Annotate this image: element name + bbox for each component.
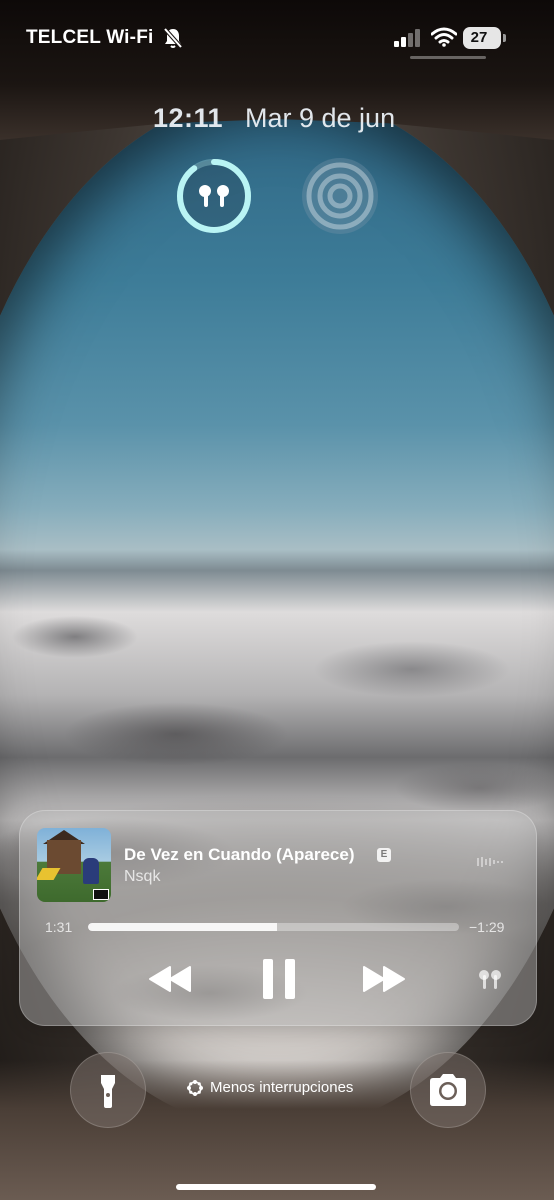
progress-scrubber[interactable] bbox=[88, 923, 459, 931]
battery-indicator: 27 bbox=[463, 27, 507, 49]
now-playing-widget[interactable]: De Vez en Cuando (Aparece) E Nsqk 1:31 −… bbox=[19, 810, 537, 1026]
explicit-badge: E bbox=[377, 848, 391, 862]
album-artwork[interactable] bbox=[37, 828, 111, 902]
flashlight-button[interactable] bbox=[70, 1052, 146, 1128]
lock-date: Mar 9 de jun bbox=[245, 103, 396, 133]
carrier-label: TELCEL Wi-Fi bbox=[26, 27, 154, 48]
focus-mode-text: Menos interrupciones bbox=[210, 1079, 354, 1096]
fast-forward-icon[interactable] bbox=[360, 963, 408, 995]
artist-name: Nsqk bbox=[124, 868, 161, 885]
song-title: De Vez en Cuando (Aparece) bbox=[124, 845, 355, 864]
airpods-output-icon[interactable] bbox=[474, 966, 506, 994]
airpods-battery-widget[interactable] bbox=[174, 156, 254, 236]
rewind-icon[interactable] bbox=[146, 963, 194, 995]
bell-slash-icon bbox=[163, 27, 183, 49]
battery-level: 27 bbox=[470, 29, 488, 46]
dynamic-indicator bbox=[410, 56, 486, 59]
wifi-icon bbox=[431, 27, 457, 47]
lock-time: 12:11 bbox=[153, 103, 224, 133]
flashlight-icon bbox=[101, 1075, 115, 1108]
focus-flower-icon bbox=[187, 1080, 203, 1096]
audio-waveform-icon bbox=[477, 857, 503, 867]
pause-icon[interactable] bbox=[259, 955, 299, 1003]
status-bar: TELCEL Wi-Fi 27 bbox=[0, 0, 554, 80]
cellular-signal-icon bbox=[394, 29, 420, 47]
camera-icon bbox=[430, 1074, 466, 1106]
remaining-time: −1:29 bbox=[469, 919, 505, 935]
camera-button[interactable] bbox=[410, 1052, 486, 1128]
progress-fill bbox=[88, 923, 278, 931]
elapsed-time: 1:31 bbox=[45, 919, 73, 935]
home-indicator[interactable] bbox=[176, 1184, 376, 1190]
focus-widget[interactable] bbox=[300, 156, 380, 236]
